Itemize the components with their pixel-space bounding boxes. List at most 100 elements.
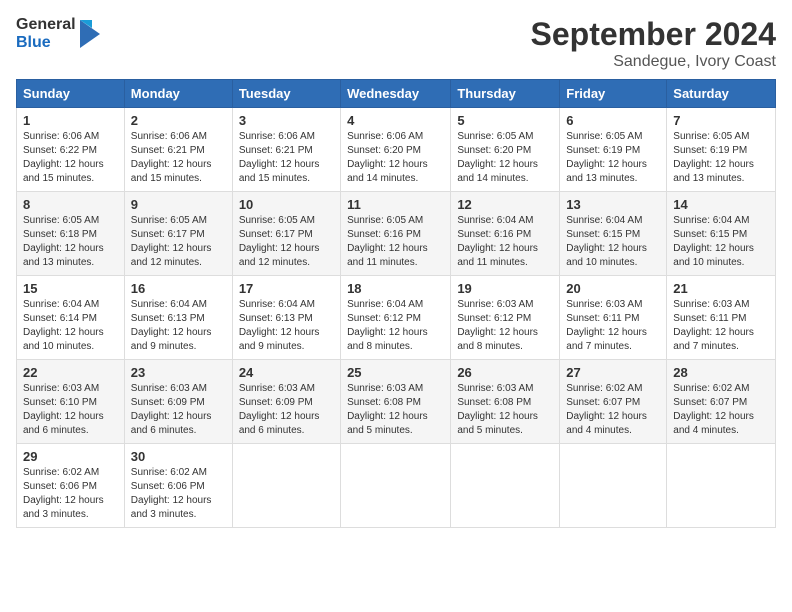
day-cell-10: 10 Sunrise: 6:05 AM Sunset: 6:17 PM Dayl… — [232, 192, 340, 276]
day-number: 4 — [347, 113, 444, 128]
month-title: September 2024 — [531, 16, 776, 53]
day-cell-13: 13 Sunrise: 6:04 AM Sunset: 6:15 PM Dayl… — [560, 192, 667, 276]
day-info: Sunrise: 6:03 AM Sunset: 6:11 PM Dayligh… — [566, 298, 660, 354]
day-number: 1 — [23, 113, 118, 128]
day-info: Sunrise: 6:05 AM Sunset: 6:20 PM Dayligh… — [457, 130, 553, 186]
logo-arrow-icon — [80, 20, 100, 48]
day-info: Sunrise: 6:05 AM Sunset: 6:17 PM Dayligh… — [131, 214, 226, 270]
day-cell-20: 20 Sunrise: 6:03 AM Sunset: 6:11 PM Dayl… — [560, 276, 667, 360]
day-cell-5: 5 Sunrise: 6:05 AM Sunset: 6:20 PM Dayli… — [451, 108, 560, 192]
day-info: Sunrise: 6:04 AM Sunset: 6:14 PM Dayligh… — [23, 298, 118, 354]
header-thursday: Thursday — [451, 80, 560, 108]
day-cell-26: 26 Sunrise: 6:03 AM Sunset: 6:08 PM Dayl… — [451, 360, 560, 444]
day-info: Sunrise: 6:04 AM Sunset: 6:13 PM Dayligh… — [131, 298, 226, 354]
header-sunday: Sunday — [17, 80, 125, 108]
header-monday: Monday — [124, 80, 232, 108]
day-cell-30: 30 Sunrise: 6:02 AM Sunset: 6:06 PM Dayl… — [124, 444, 232, 528]
week-row-1: 1 Sunrise: 6:06 AM Sunset: 6:22 PM Dayli… — [17, 108, 776, 192]
day-info: Sunrise: 6:03 AM Sunset: 6:08 PM Dayligh… — [457, 382, 553, 438]
day-cell-1: 1 Sunrise: 6:06 AM Sunset: 6:22 PM Dayli… — [17, 108, 125, 192]
header-wednesday: Wednesday — [341, 80, 451, 108]
day-info: Sunrise: 6:04 AM Sunset: 6:16 PM Dayligh… — [457, 214, 553, 270]
day-number: 30 — [131, 449, 226, 464]
day-info: Sunrise: 6:05 AM Sunset: 6:17 PM Dayligh… — [239, 214, 334, 270]
day-number: 9 — [131, 197, 226, 212]
day-cell-empty — [560, 444, 667, 528]
day-info: Sunrise: 6:06 AM Sunset: 6:21 PM Dayligh… — [239, 130, 334, 186]
title-block: September 2024 Sandegue, Ivory Coast — [531, 16, 776, 71]
day-number: 10 — [239, 197, 334, 212]
day-cell-empty — [451, 444, 560, 528]
day-number: 16 — [131, 281, 226, 296]
day-number: 24 — [239, 365, 334, 380]
day-number: 5 — [457, 113, 553, 128]
day-number: 20 — [566, 281, 660, 296]
day-cell-12: 12 Sunrise: 6:04 AM Sunset: 6:16 PM Dayl… — [451, 192, 560, 276]
page-header: General Blue September 2024 Sandegue, Iv… — [16, 16, 776, 71]
day-number: 2 — [131, 113, 226, 128]
day-cell-22: 22 Sunrise: 6:03 AM Sunset: 6:10 PM Dayl… — [17, 360, 125, 444]
day-info: Sunrise: 6:03 AM Sunset: 6:12 PM Dayligh… — [457, 298, 553, 354]
day-cell-9: 9 Sunrise: 6:05 AM Sunset: 6:17 PM Dayli… — [124, 192, 232, 276]
day-number: 13 — [566, 197, 660, 212]
day-info: Sunrise: 6:05 AM Sunset: 6:19 PM Dayligh… — [673, 130, 769, 186]
day-cell-21: 21 Sunrise: 6:03 AM Sunset: 6:11 PM Dayl… — [667, 276, 776, 360]
day-cell-19: 19 Sunrise: 6:03 AM Sunset: 6:12 PM Dayl… — [451, 276, 560, 360]
day-number: 8 — [23, 197, 118, 212]
day-number: 17 — [239, 281, 334, 296]
day-number: 12 — [457, 197, 553, 212]
day-cell-empty — [341, 444, 451, 528]
day-cell-16: 16 Sunrise: 6:04 AM Sunset: 6:13 PM Dayl… — [124, 276, 232, 360]
day-number: 22 — [23, 365, 118, 380]
day-cell-23: 23 Sunrise: 6:03 AM Sunset: 6:09 PM Dayl… — [124, 360, 232, 444]
day-number: 21 — [673, 281, 769, 296]
day-number: 23 — [131, 365, 226, 380]
day-info: Sunrise: 6:05 AM Sunset: 6:16 PM Dayligh… — [347, 214, 444, 270]
day-info: Sunrise: 6:03 AM Sunset: 6:09 PM Dayligh… — [131, 382, 226, 438]
day-cell-2: 2 Sunrise: 6:06 AM Sunset: 6:21 PM Dayli… — [124, 108, 232, 192]
day-info: Sunrise: 6:04 AM Sunset: 6:12 PM Dayligh… — [347, 298, 444, 354]
header-tuesday: Tuesday — [232, 80, 340, 108]
day-number: 26 — [457, 365, 553, 380]
day-number: 7 — [673, 113, 769, 128]
day-info: Sunrise: 6:03 AM Sunset: 6:09 PM Dayligh… — [239, 382, 334, 438]
day-info: Sunrise: 6:04 AM Sunset: 6:15 PM Dayligh… — [566, 214, 660, 270]
day-number: 27 — [566, 365, 660, 380]
day-number: 19 — [457, 281, 553, 296]
day-cell-17: 17 Sunrise: 6:04 AM Sunset: 6:13 PM Dayl… — [232, 276, 340, 360]
day-info: Sunrise: 6:06 AM Sunset: 6:21 PM Dayligh… — [131, 130, 226, 186]
day-cell-6: 6 Sunrise: 6:05 AM Sunset: 6:19 PM Dayli… — [560, 108, 667, 192]
day-number: 18 — [347, 281, 444, 296]
day-info: Sunrise: 6:02 AM Sunset: 6:06 PM Dayligh… — [131, 466, 226, 522]
day-number: 25 — [347, 365, 444, 380]
day-cell-15: 15 Sunrise: 6:04 AM Sunset: 6:14 PM Dayl… — [17, 276, 125, 360]
week-row-2: 8 Sunrise: 6:05 AM Sunset: 6:18 PM Dayli… — [17, 192, 776, 276]
day-cell-4: 4 Sunrise: 6:06 AM Sunset: 6:20 PM Dayli… — [341, 108, 451, 192]
day-cell-empty — [232, 444, 340, 528]
day-info: Sunrise: 6:02 AM Sunset: 6:07 PM Dayligh… — [566, 382, 660, 438]
location-title: Sandegue, Ivory Coast — [531, 53, 776, 71]
day-cell-27: 27 Sunrise: 6:02 AM Sunset: 6:07 PM Dayl… — [560, 360, 667, 444]
day-cell-28: 28 Sunrise: 6:02 AM Sunset: 6:07 PM Dayl… — [667, 360, 776, 444]
day-number: 3 — [239, 113, 334, 128]
day-info: Sunrise: 6:03 AM Sunset: 6:08 PM Dayligh… — [347, 382, 444, 438]
day-cell-14: 14 Sunrise: 6:04 AM Sunset: 6:15 PM Dayl… — [667, 192, 776, 276]
day-info: Sunrise: 6:03 AM Sunset: 6:10 PM Dayligh… — [23, 382, 118, 438]
day-info: Sunrise: 6:04 AM Sunset: 6:13 PM Dayligh… — [239, 298, 334, 354]
day-cell-24: 24 Sunrise: 6:03 AM Sunset: 6:09 PM Dayl… — [232, 360, 340, 444]
day-info: Sunrise: 6:06 AM Sunset: 6:22 PM Dayligh… — [23, 130, 118, 186]
day-cell-25: 25 Sunrise: 6:03 AM Sunset: 6:08 PM Dayl… — [341, 360, 451, 444]
day-cell-3: 3 Sunrise: 6:06 AM Sunset: 6:21 PM Dayli… — [232, 108, 340, 192]
calendar-table: Sunday Monday Tuesday Wednesday Thursday… — [16, 79, 776, 528]
weekday-header-row: Sunday Monday Tuesday Wednesday Thursday… — [17, 80, 776, 108]
day-info: Sunrise: 6:02 AM Sunset: 6:07 PM Dayligh… — [673, 382, 769, 438]
day-number: 14 — [673, 197, 769, 212]
day-cell-8: 8 Sunrise: 6:05 AM Sunset: 6:18 PM Dayli… — [17, 192, 125, 276]
day-cell-18: 18 Sunrise: 6:04 AM Sunset: 6:12 PM Dayl… — [341, 276, 451, 360]
day-info: Sunrise: 6:06 AM Sunset: 6:20 PM Dayligh… — [347, 130, 444, 186]
day-info: Sunrise: 6:04 AM Sunset: 6:15 PM Dayligh… — [673, 214, 769, 270]
week-row-4: 22 Sunrise: 6:03 AM Sunset: 6:10 PM Dayl… — [17, 360, 776, 444]
day-cell-29: 29 Sunrise: 6:02 AM Sunset: 6:06 PM Dayl… — [17, 444, 125, 528]
day-info: Sunrise: 6:05 AM Sunset: 6:19 PM Dayligh… — [566, 130, 660, 186]
week-row-5: 29 Sunrise: 6:02 AM Sunset: 6:06 PM Dayl… — [17, 444, 776, 528]
